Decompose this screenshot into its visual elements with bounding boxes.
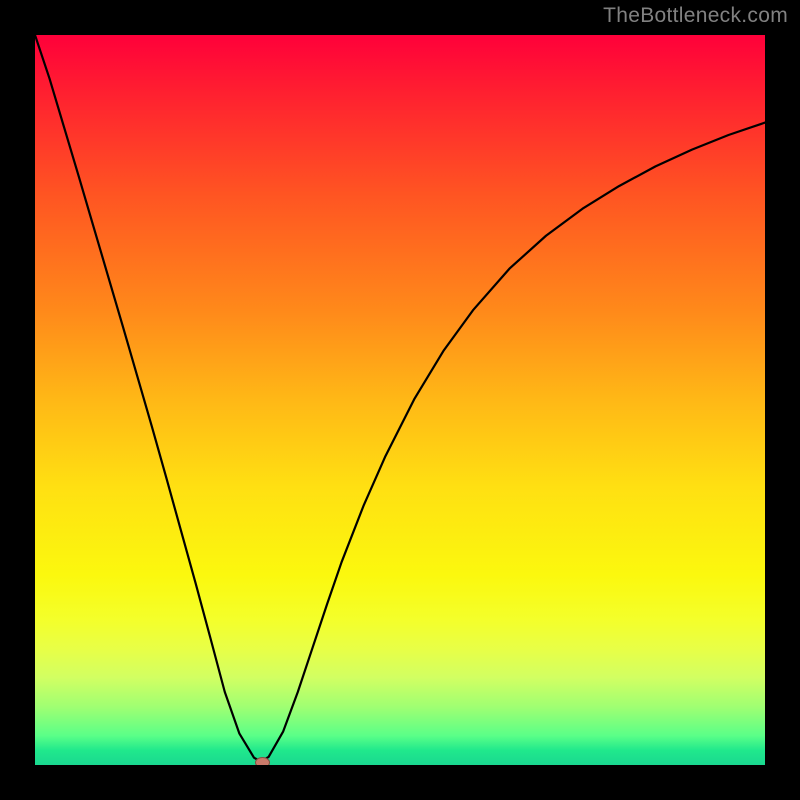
optimum-marker [255, 757, 270, 765]
watermark-text: TheBottleneck.com [603, 4, 788, 28]
plot-area [35, 35, 765, 765]
background-gradient [35, 35, 765, 765]
chart-frame: TheBottleneck.com [0, 0, 800, 800]
